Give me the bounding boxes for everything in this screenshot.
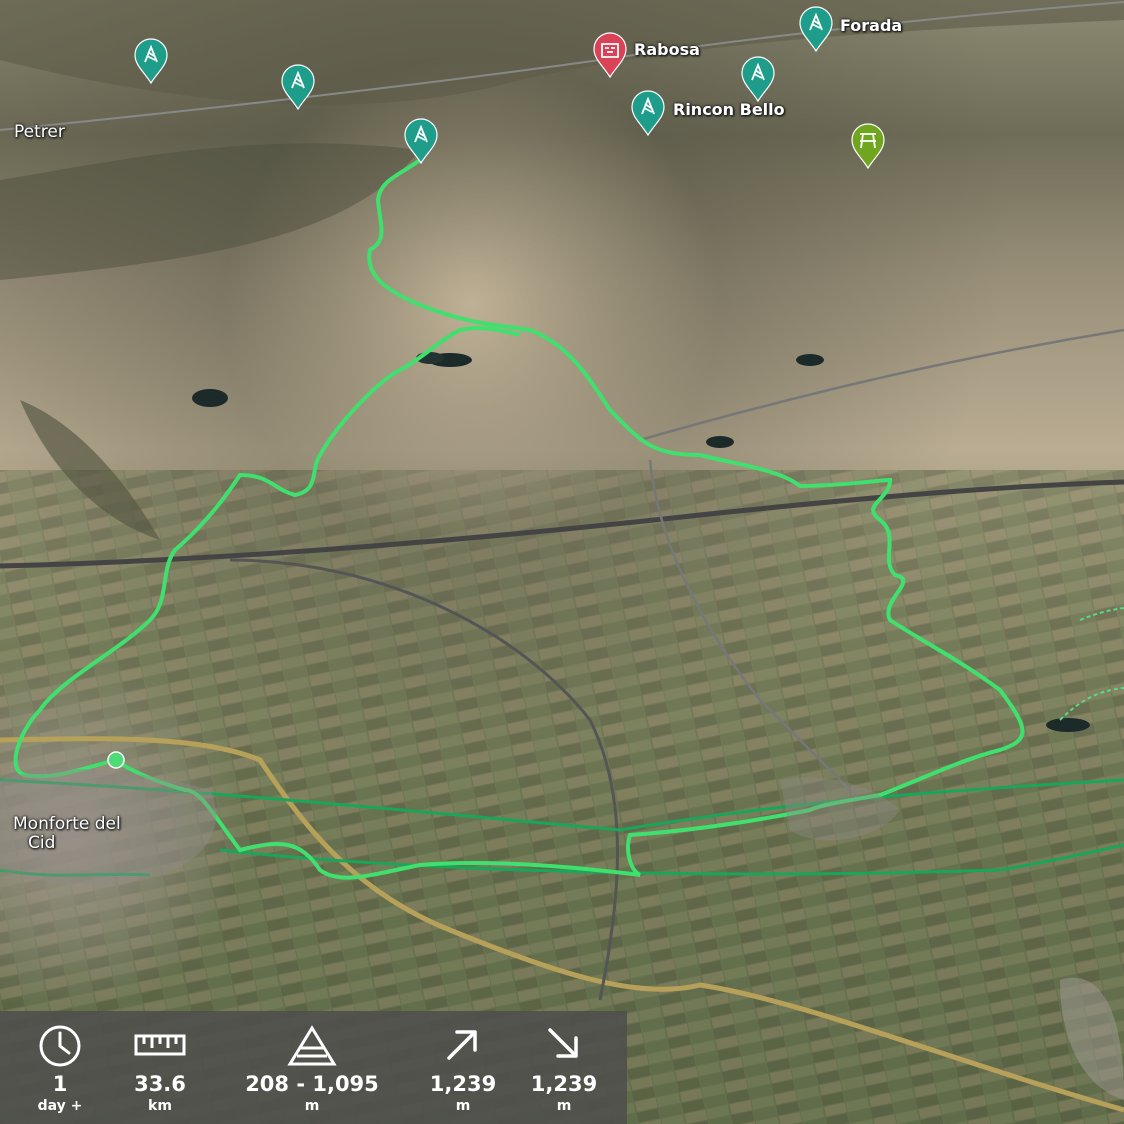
poi-marker-picnic[interactable] xyxy=(851,123,885,169)
stat-descent: 1,239 m xyxy=(504,1011,624,1124)
route-stats-bar: 1 day + 33.6 km 208 - 1,095 m 1,239 m 1,… xyxy=(0,1011,627,1124)
place-label-petrer[interactable]: Petrer xyxy=(14,123,65,142)
descent-unit: m xyxy=(556,1098,572,1114)
ruler-icon xyxy=(134,1034,186,1056)
arrow-down-right-icon xyxy=(548,1028,578,1058)
stat-distance: 33.6 km xyxy=(100,1011,220,1124)
distance-value: 33.6 xyxy=(134,1072,186,1096)
satellite-terrain-map[interactable] xyxy=(0,0,1124,1124)
poi-label-rabosa[interactable]: Rabosa xyxy=(634,40,700,59)
poi-label-rincon-bello[interactable]: Rincon Bello xyxy=(673,100,785,119)
poi-marker-rabosa[interactable] xyxy=(593,32,627,78)
poi-marker-3[interactable] xyxy=(404,118,438,164)
poi-marker-rincon-bello[interactable] xyxy=(631,90,665,136)
elevation-range-value: 208 - 1,095 xyxy=(245,1072,379,1096)
mountain-icon xyxy=(287,1025,337,1066)
poi-marker-2[interactable] xyxy=(281,64,315,110)
poi-marker-4[interactable] xyxy=(741,56,775,102)
poi-label-forada[interactable]: Forada xyxy=(840,16,902,35)
distance-unit: km xyxy=(148,1098,172,1114)
stat-elevation-range: 208 - 1,095 m xyxy=(232,1011,392,1124)
place-label-monforte-line1: Monforte del xyxy=(13,814,121,834)
poi-marker-forada[interactable] xyxy=(799,6,833,52)
arrow-up-right-icon xyxy=(447,1030,477,1060)
elevation-range-unit: m xyxy=(304,1098,320,1114)
place-label-monforte-line2: Cid xyxy=(28,833,56,853)
poi-marker-1[interactable] xyxy=(134,38,168,84)
descent-value: 1,239 xyxy=(530,1072,598,1096)
place-label-monforte-del-cid[interactable]: Monforte del Cid xyxy=(13,815,121,853)
clock-icon xyxy=(39,1025,81,1067)
